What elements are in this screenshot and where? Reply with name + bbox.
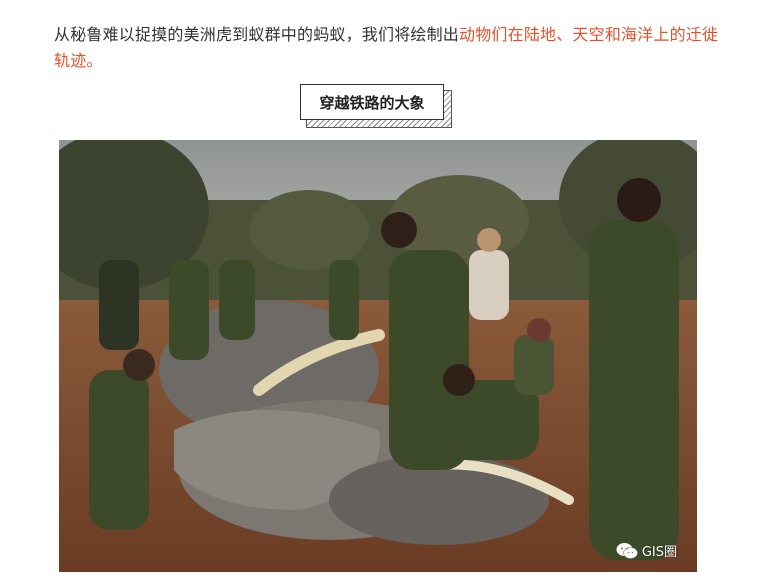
watermark-text: GIS圈	[641, 545, 677, 560]
article-page: 从秘鲁难以捉摸的美洲虎到蚁群中的蚂蚁，我们将绘制出动物们在陆地、天空和海洋上的迁…	[0, 0, 774, 584]
intro-paragraph: 从秘鲁难以捉摸的美洲虎到蚁群中的蚂蚁，我们将绘制出动物们在陆地、天空和海洋上的迁…	[54, 22, 724, 74]
section-title: 穿越铁路的大象	[300, 84, 444, 120]
elephant-photo-illustration	[59, 140, 697, 572]
wechat-icon	[616, 542, 638, 559]
section-title-badge: 穿越铁路的大象	[300, 84, 452, 130]
intro-text: 从秘鲁难以捉摸的美洲虎到蚁群中的蚂蚁，我们将绘制出	[54, 25, 460, 44]
elephant-photo: GIS圈	[59, 140, 697, 572]
watermark: GIS圈	[616, 541, 677, 560]
